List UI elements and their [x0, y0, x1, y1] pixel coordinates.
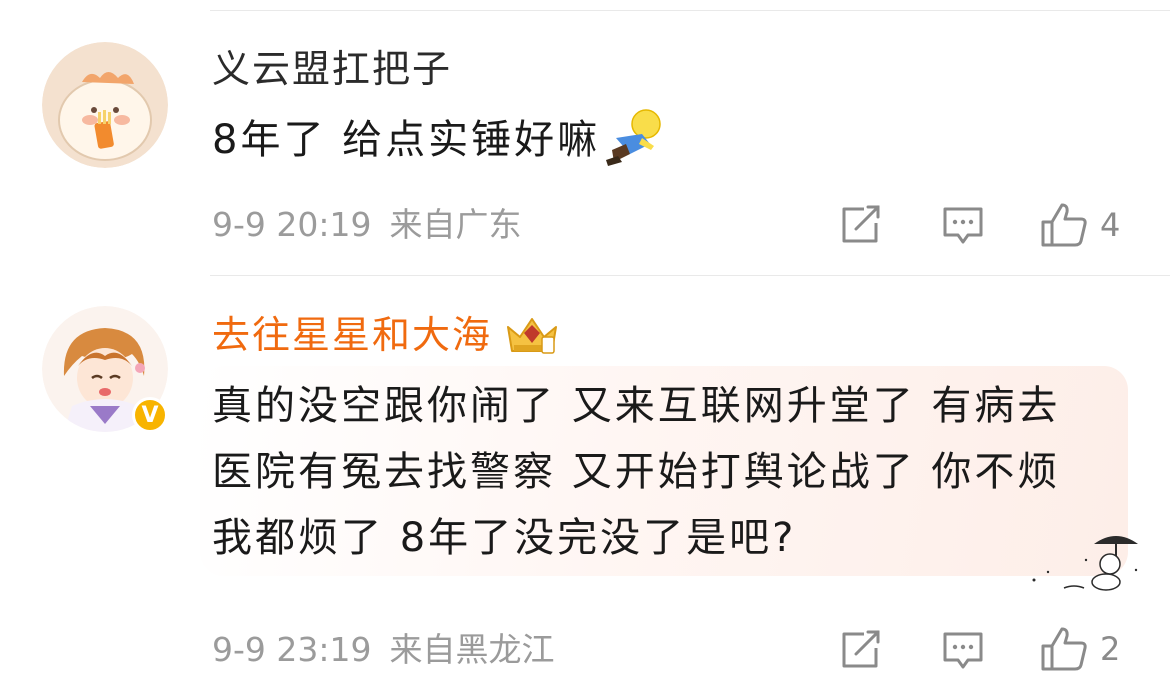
- thumbs-up-icon: [1041, 203, 1087, 247]
- crown-badge-icon: [504, 313, 560, 357]
- username[interactable]: 义云盟扛把子: [212, 45, 452, 93]
- share-icon: [842, 630, 880, 668]
- reply-button[interactable]: [942, 631, 984, 671]
- username[interactable]: 去往星星和大海: [212, 311, 492, 359]
- comment-location: 来自广东: [389, 205, 522, 244]
- like-button[interactable]: 2: [1040, 626, 1120, 672]
- comment-date: 9-9 20:19: [212, 205, 372, 244]
- share-icon: [842, 205, 880, 243]
- share-button[interactable]: [840, 630, 882, 670]
- divider: [210, 10, 1170, 11]
- comment-text-line: 医院有冤去找警察 又开始打舆论战了 你不烦: [212, 449, 1061, 495]
- comment-content: 8年了 给点实锤好嘛: [212, 108, 666, 172]
- comment-text-line: 真的没空跟你闹了 又来互联网升堂了 有病去: [212, 383, 1061, 429]
- comment-meta: 9-9 20:19 来自广东: [212, 205, 522, 245]
- reply-button[interactable]: [942, 206, 984, 246]
- comment-icon: [943, 207, 983, 244]
- comment-date: 9-9 23:19: [212, 630, 372, 669]
- avatar[interactable]: [42, 42, 168, 168]
- like-button[interactable]: 4: [1040, 202, 1120, 248]
- comment-text-line: 我都烦了 8年了没完没了是吧?: [212, 515, 797, 561]
- like-count: 2: [1100, 630, 1121, 668]
- comment-location: 来自黑龙江: [389, 630, 555, 669]
- flying-figure-emoji: [602, 108, 666, 172]
- verified-badge-icon: V: [132, 397, 168, 433]
- decorative-sticker: [1026, 530, 1146, 596]
- comment-text: 8年了 给点实锤好嘛: [212, 117, 601, 163]
- thumbs-up-icon: [1041, 627, 1087, 671]
- divider: [210, 275, 1170, 276]
- comment-icon: [943, 632, 983, 669]
- username-row: 去往星星和大海: [212, 311, 560, 359]
- like-count: 4: [1100, 206, 1121, 244]
- share-button[interactable]: [840, 205, 882, 245]
- comment-meta: 9-9 23:19 来自黑龙江: [212, 630, 555, 670]
